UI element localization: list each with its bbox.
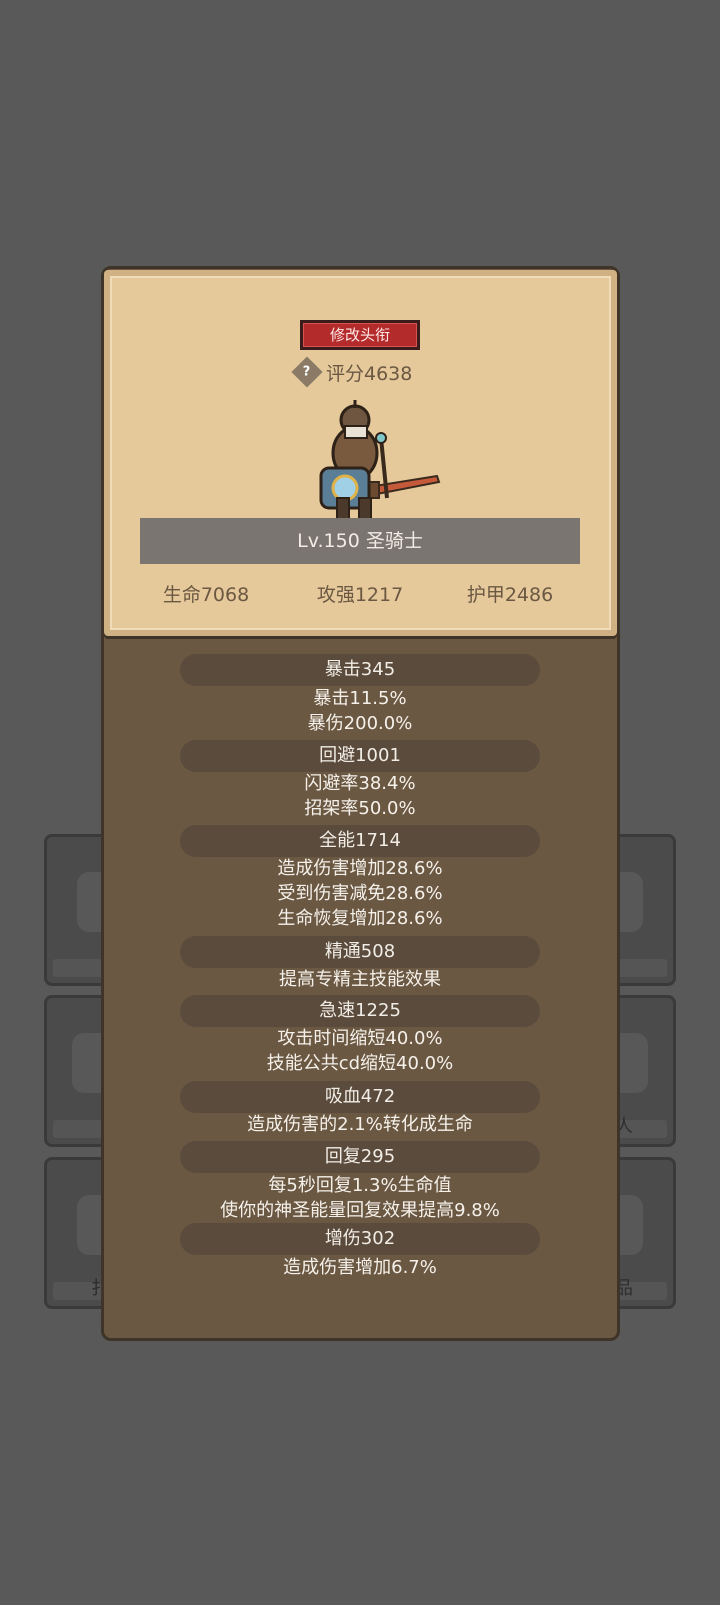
level-class-bar: Lv.150 圣骑士 [140,518,580,564]
attribute-line: 技能公共cd缩短40.0% [266,1053,454,1074]
attribute-header-versatility: 全能1714 [180,825,540,857]
attribute-line: 造成伤害增加6.7% [283,1257,437,1278]
change-title-button[interactable]: 修改头衔 [300,320,420,350]
attribute-header-mastery: 精通508 [180,936,540,968]
attribute-line: 造成伤害的2.1%转化成生命 [247,1114,473,1135]
attribute-line: 生命恢复增加28.6% [277,908,443,929]
score-row: ? 评分4638 [291,356,413,388]
attribute-line: 造成伤害增加28.6% [277,858,443,879]
attribute-line: 每5秒回复1.3%生命值 [268,1175,452,1196]
attribute-header-regen: 回复295 [180,1141,540,1173]
attribute-header-crit: 暴击345 [180,654,540,686]
attribute-header-lifesteal: 吸血472 [180,1081,540,1113]
score-text: 评分4638 [326,362,413,385]
attribute-header-haste: 急速1225 [180,995,540,1027]
attribute-header-damage-increase: 增伤302 [180,1223,540,1255]
attribute-line: 暴击11.5% [313,688,407,709]
paladin-avatar [319,400,441,521]
attribute-line: 攻击时间缩短40.0% [277,1028,443,1049]
help-icon[interactable]: ? [291,356,323,388]
stat-attack-power: 攻强1217 [316,584,404,606]
attribute-line: 提高专精主技能效果 [279,969,441,990]
attribute-line: 受到伤害减免28.6% [277,883,443,904]
attribute-header-avoidance: 回避1001 [180,740,540,772]
attribute-line: 招架率50.0% [304,798,416,819]
attribute-line: 暴伤200.0% [307,713,413,734]
stat-health: 生命7068 [162,584,250,606]
stat-armor: 护甲2486 [466,584,554,606]
attribute-line: 使你的神圣能量回复效果提高9.8% [220,1200,500,1221]
attribute-line: 闪避率38.4% [304,773,416,794]
